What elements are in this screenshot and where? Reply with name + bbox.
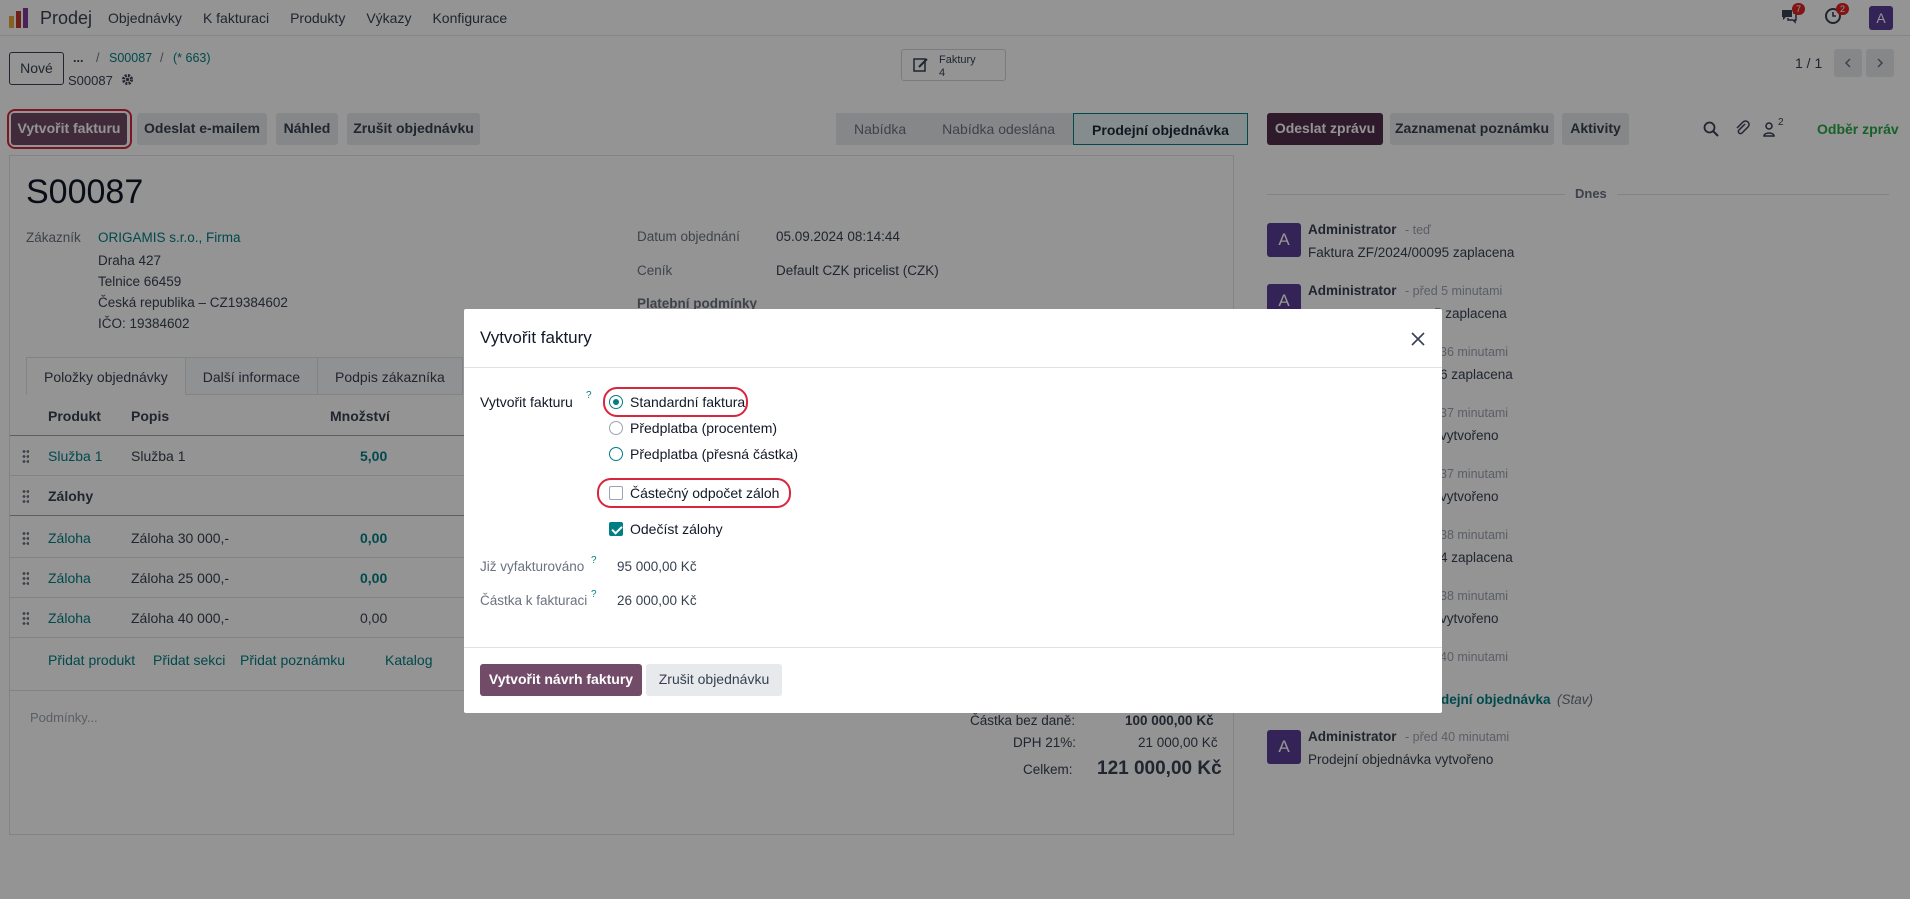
- help-icon[interactable]: ?: [591, 555, 597, 566]
- option-downpayment-fixed[interactable]: Předplatba (přesná částka): [630, 446, 798, 462]
- help-icon[interactable]: ?: [591, 589, 597, 600]
- radio-downpayment-fixed[interactable]: [609, 447, 623, 461]
- highlight-ring-standard: [603, 387, 748, 417]
- deduct-checkbox[interactable]: [609, 522, 623, 536]
- create-draft-invoice-button[interactable]: Vytvořit návrh faktury: [480, 664, 642, 696]
- deduct-label[interactable]: Odečíst zálohy: [630, 521, 723, 537]
- create-invoices-dialog: Vytvořit faktury Vytvořit fakturu ? Stan…: [464, 309, 1442, 713]
- invoice-type-label: Vytvořit fakturu: [480, 394, 573, 410]
- highlight-ring-partial: [597, 478, 791, 508]
- modal-header: Vytvořit faktury: [464, 309, 1442, 368]
- option-downpayment-percent[interactable]: Předplatba (procentem): [630, 420, 777, 436]
- to-invoice-value: 26 000,00 Kč: [617, 593, 697, 608]
- close-icon[interactable]: [1410, 331, 1426, 347]
- help-icon[interactable]: ?: [586, 390, 592, 401]
- modal-cancel-button[interactable]: Zrušit objednávku: [646, 664, 782, 696]
- to-invoice-label: Částka k fakturaci: [480, 593, 588, 608]
- modal-title: Vytvořit faktury: [480, 328, 592, 347]
- already-invoiced-value: 95 000,00 Kč: [617, 559, 697, 574]
- already-invoiced-label: Již vyfakturováno: [480, 559, 585, 574]
- radio-downpayment-percent[interactable]: [609, 421, 623, 435]
- modal-footer: Vytvořit návrh faktury Zrušit objednávku: [464, 647, 1442, 713]
